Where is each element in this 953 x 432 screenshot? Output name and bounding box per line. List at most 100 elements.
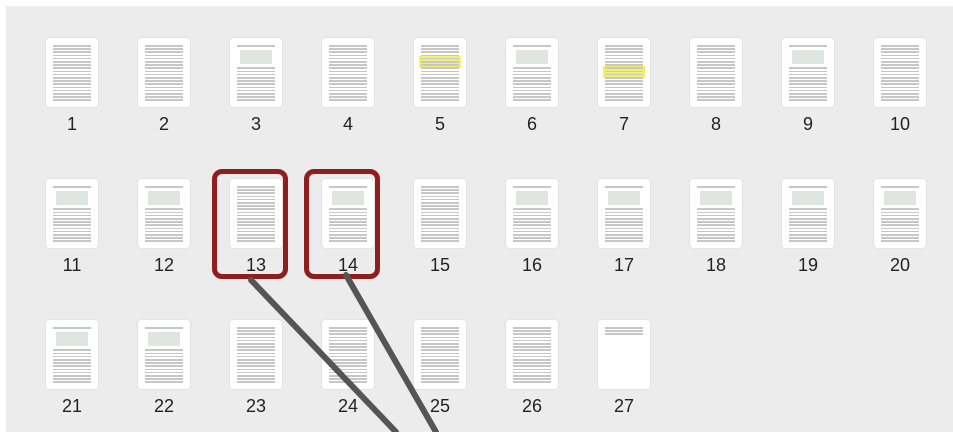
text-line-preview <box>53 45 91 47</box>
page-number: 24 <box>337 396 359 416</box>
page-thumbnail[interactable]: 5 <box>394 38 486 150</box>
text-line-preview <box>421 77 459 79</box>
page-preview[interactable] <box>46 38 98 107</box>
text-line-preview <box>513 349 551 351</box>
figure-preview <box>56 332 88 346</box>
text-line-preview <box>329 368 367 371</box>
text-line-preview <box>145 234 183 236</box>
text-line-preview <box>421 218 459 220</box>
text-line-preview <box>421 359 459 361</box>
text-line-preview <box>513 73 551 76</box>
text-line-preview <box>605 211 643 214</box>
page-preview[interactable] <box>322 320 374 389</box>
page-thumbnail[interactable]: 7 <box>578 38 670 150</box>
text-line-preview <box>881 61 919 63</box>
text-line-preview <box>881 64 919 66</box>
text-line-preview <box>145 57 183 60</box>
text-line-preview <box>145 230 183 233</box>
page-thumbnail[interactable]: 11 <box>26 179 118 291</box>
page-thumbnail[interactable]: 9 <box>762 38 854 150</box>
page-preview[interactable] <box>138 38 190 107</box>
text-line-preview <box>513 381 551 383</box>
page-preview[interactable] <box>690 38 742 107</box>
text-line-preview <box>145 70 183 73</box>
page-thumbnail[interactable]: 18 <box>670 179 762 291</box>
page-preview[interactable] <box>230 320 282 389</box>
text-line-preview <box>53 362 91 364</box>
page-thumbnail[interactable]: 16 <box>486 179 578 291</box>
page-preview[interactable] <box>414 38 466 107</box>
page-preview[interactable] <box>322 38 374 107</box>
page-thumbnail[interactable]: 12 <box>118 179 210 291</box>
page-preview[interactable] <box>506 38 558 107</box>
page-preview[interactable] <box>782 38 834 107</box>
page-thumbnail[interactable]: 10 <box>854 38 946 150</box>
text-line-preview <box>605 54 643 57</box>
page-preview[interactable] <box>598 38 650 107</box>
page-thumbnail[interactable]: 3 <box>210 38 302 150</box>
page-preview[interactable] <box>598 179 650 248</box>
text-line-preview <box>237 83 275 85</box>
page-thumbnail[interactable]: 19 <box>762 179 854 291</box>
text-line-preview <box>697 54 735 57</box>
page-preview[interactable] <box>414 320 466 389</box>
page-thumbnail[interactable]: 6 <box>486 38 578 150</box>
page-preview[interactable] <box>230 38 282 107</box>
page-thumbnail[interactable]: 2 <box>118 38 210 150</box>
text-line-preview <box>53 99 91 101</box>
page-preview[interactable] <box>874 179 926 248</box>
page-thumbnail[interactable]: 21 <box>26 320 118 432</box>
text-line-preview <box>53 349 91 351</box>
text-line-preview <box>697 186 735 188</box>
text-line-preview <box>881 221 919 223</box>
text-line-preview <box>329 381 367 383</box>
page-thumbnail[interactable]: 26 <box>486 320 578 432</box>
text-line-preview <box>421 355 459 358</box>
page-preview[interactable] <box>690 179 742 248</box>
text-line-preview <box>513 230 551 233</box>
page-preview[interactable] <box>138 179 190 248</box>
page-preview[interactable] <box>598 320 650 389</box>
page-preview[interactable] <box>874 38 926 107</box>
page-preview[interactable] <box>506 179 558 248</box>
page-preview[interactable] <box>46 320 98 389</box>
text-line-preview <box>421 99 459 101</box>
text-line-preview <box>513 330 551 332</box>
text-line-preview <box>53 70 91 73</box>
text-line-preview <box>329 61 367 63</box>
page-thumbnail[interactable]: 15 <box>394 179 486 291</box>
text-line-preview <box>697 73 735 76</box>
text-line-preview <box>421 230 459 233</box>
page-preview[interactable] <box>46 179 98 248</box>
page-preview[interactable] <box>782 179 834 248</box>
page-thumbnail[interactable]: 22 <box>118 320 210 432</box>
page-thumbnail[interactable]: 4 <box>302 38 394 150</box>
text-line-preview <box>789 96 827 98</box>
text-line-preview <box>237 67 275 69</box>
page-thumbnail[interactable]: 1 <box>26 38 118 150</box>
page-thumbnail[interactable]: 20 <box>854 179 946 291</box>
text-line-preview <box>237 359 275 361</box>
page-thumbnail[interactable]: 17 <box>578 179 670 291</box>
page-thumbnail-panel: 1 2 3 4 5 6 7 8 9 10 11 12 13 14 15 16 17 18 19 20 21 22 23 24 2… <box>6 6 953 432</box>
text-line-preview <box>789 67 827 69</box>
page-thumbnail[interactable]: 24 <box>302 320 394 432</box>
text-line-preview <box>605 99 643 101</box>
text-line-preview <box>237 80 275 82</box>
text-line-preview <box>329 378 367 380</box>
text-line-preview <box>881 80 919 82</box>
page-thumbnail[interactable]: 23 <box>210 320 302 432</box>
text-line-preview <box>697 77 735 79</box>
page-preview[interactable] <box>414 179 466 248</box>
page-thumbnail[interactable]: 25 <box>394 320 486 432</box>
text-line-preview <box>513 45 551 47</box>
page-preview[interactable] <box>138 320 190 389</box>
text-line-preview <box>145 93 183 95</box>
text-line-preview <box>53 227 91 230</box>
text-line-preview <box>513 378 551 380</box>
page-preview[interactable] <box>506 320 558 389</box>
page-number: 20 <box>889 255 911 275</box>
page-thumbnail[interactable]: 27 <box>578 320 670 432</box>
text-line-preview <box>237 86 275 89</box>
page-thumbnail[interactable]: 8 <box>670 38 762 150</box>
